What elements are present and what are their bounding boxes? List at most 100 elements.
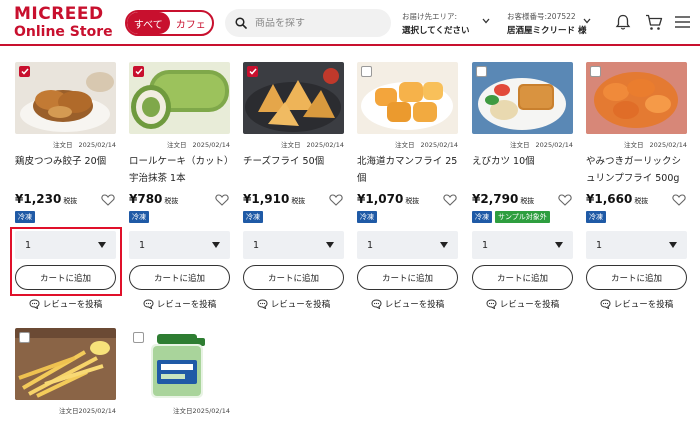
site-header: MICREED Online Store すべて カフェ お届け先エリア: 選択…: [0, 0, 700, 46]
product-image[interactable]: [243, 62, 344, 134]
add-to-cart-button[interactable]: カートに追加: [472, 265, 573, 290]
heart-icon[interactable]: [558, 194, 572, 206]
product-checkbox[interactable]: [361, 66, 372, 77]
caret-down-icon: [212, 242, 220, 248]
product-checkbox[interactable]: [133, 66, 144, 77]
customer-number: お客様番号:207522: [507, 12, 576, 21]
quantity-select[interactable]: 1: [243, 231, 344, 259]
order-date-label: 注文日: [59, 407, 79, 415]
heart-icon[interactable]: [443, 194, 457, 206]
quantity-select[interactable]: 1: [472, 231, 573, 259]
heart-icon[interactable]: [215, 194, 229, 206]
product-checkbox[interactable]: [133, 332, 144, 343]
write-review-link[interactable]: レビューを投稿: [129, 298, 230, 310]
tax-label: 税抜: [405, 197, 420, 205]
order-date-row: 注文日2025/02/14: [243, 139, 344, 149]
cart-icon[interactable]: [645, 14, 663, 31]
product-image[interactable]: [129, 328, 230, 400]
add-to-cart-button[interactable]: カートに追加: [129, 265, 230, 290]
product-price: ¥2,790 税抜: [472, 192, 534, 206]
quantity-value: 1: [596, 239, 603, 251]
tax-label: 税抜: [63, 197, 78, 205]
product-checkbox[interactable]: [19, 332, 30, 343]
tax-label: 税抜: [634, 197, 649, 205]
speech-bubble-icon: [257, 299, 268, 309]
heart-icon[interactable]: [329, 194, 343, 206]
highlight-box: [10, 227, 122, 296]
brand-subtitle: Online Store: [14, 24, 113, 40]
product-name[interactable]: ロールケーキ（カット）宇治抹茶 1本: [129, 153, 230, 187]
category-toggle: すべて カフェ: [125, 10, 214, 36]
speech-bubble-icon: [371, 299, 382, 309]
write-review-link[interactable]: レビューを投稿: [586, 298, 687, 310]
product-checkbox[interactable]: [590, 66, 601, 77]
order-date: 2025/02/14: [649, 141, 687, 149]
product-price: ¥1,230 税抜: [15, 192, 77, 206]
search-input[interactable]: [255, 17, 375, 29]
product-checkbox[interactable]: [19, 66, 30, 77]
product-image[interactable]: [472, 62, 573, 134]
price-value: ¥1,910: [243, 192, 290, 206]
quantity-select[interactable]: 1: [586, 231, 687, 259]
toggle-all[interactable]: すべて: [127, 12, 170, 34]
write-review-label: レビューを投稿: [499, 300, 560, 310]
price-value: ¥1,660: [586, 192, 633, 206]
product-name[interactable]: やみつきガーリックシュリンプフライ 500g: [586, 153, 687, 187]
order-date-row: 注文日2025/02/14: [129, 405, 230, 415]
order-date-row: 注文日2025/02/14: [357, 139, 458, 149]
write-review-label: レビューを投稿: [42, 300, 103, 310]
write-review-label: レビューを投稿: [270, 300, 331, 310]
product-name[interactable]: 鶏皮つつみ餃子 20個: [15, 153, 116, 170]
badge-row: 冷凍: [243, 211, 263, 223]
customer-account[interactable]: お客様番号:207522 居酒屋ミクリード 様: [507, 11, 595, 36]
frozen-badge: 冷凍: [243, 211, 263, 223]
order-date: 2025/02/14: [78, 141, 116, 149]
quantity-select[interactable]: 1: [357, 231, 458, 259]
bell-icon[interactable]: [615, 14, 631, 31]
frozen-badge: 冷凍: [15, 211, 35, 223]
product-checkbox[interactable]: [247, 66, 258, 77]
order-date-row: 注文日2025/02/14: [129, 139, 230, 149]
price-value: ¥780: [129, 192, 163, 206]
chevron-down-icon[interactable]: [482, 18, 490, 24]
toggle-cafe[interactable]: カフェ: [170, 12, 213, 34]
product-checkbox[interactable]: [476, 66, 487, 77]
write-review-label: レビューを投稿: [384, 300, 445, 310]
quantity-select[interactable]: 1: [129, 231, 230, 259]
product-name[interactable]: えびカツ 10個: [472, 153, 573, 170]
product-name[interactable]: チーズフライ 50個: [243, 153, 344, 170]
order-date: 2025/02/14: [535, 141, 573, 149]
product-price: ¥1,070 税抜: [357, 192, 419, 206]
write-review-link[interactable]: レビューを投稿: [15, 298, 116, 310]
order-date-label: 注文日: [510, 141, 530, 149]
order-date-label: 注文日: [167, 141, 187, 149]
heart-icon[interactable]: [672, 194, 686, 206]
product-image[interactable]: [357, 62, 458, 134]
write-review-link[interactable]: レビューを投稿: [472, 298, 573, 310]
quantity-value: 1: [482, 239, 489, 251]
brand-logo[interactable]: MICREED Online Store: [14, 6, 113, 40]
product-name[interactable]: 北海道カマンフライ 25個: [357, 153, 458, 187]
price-value: ¥1,230: [15, 192, 62, 206]
write-review-link[interactable]: レビューを投稿: [357, 298, 458, 310]
heart-icon[interactable]: [101, 194, 115, 206]
chevron-down-icon[interactable]: [583, 18, 591, 24]
order-date-label: 注文日: [281, 141, 301, 149]
product-image[interactable]: [129, 62, 230, 134]
order-date: 2025/02/14: [420, 141, 458, 149]
quantity-value: 1: [139, 239, 146, 251]
write-review-link[interactable]: レビューを投稿: [243, 298, 344, 310]
write-review-label: レビューを投稿: [156, 300, 217, 310]
add-to-cart-button[interactable]: カートに追加: [243, 265, 344, 290]
product-image[interactable]: [15, 62, 116, 134]
quantity-value: 1: [253, 239, 260, 251]
menu-icon[interactable]: [675, 16, 690, 28]
add-to-cart-button[interactable]: カートに追加: [357, 265, 458, 290]
frozen-badge: 冷凍: [586, 211, 606, 223]
product-image[interactable]: [586, 62, 687, 134]
product-image[interactable]: [15, 328, 116, 400]
speech-bubble-icon: [29, 299, 40, 309]
badge-row: 冷凍: [15, 211, 35, 223]
add-to-cart-button[interactable]: カートに追加: [586, 265, 687, 290]
order-date-row: 注文日2025/02/14: [15, 405, 116, 415]
